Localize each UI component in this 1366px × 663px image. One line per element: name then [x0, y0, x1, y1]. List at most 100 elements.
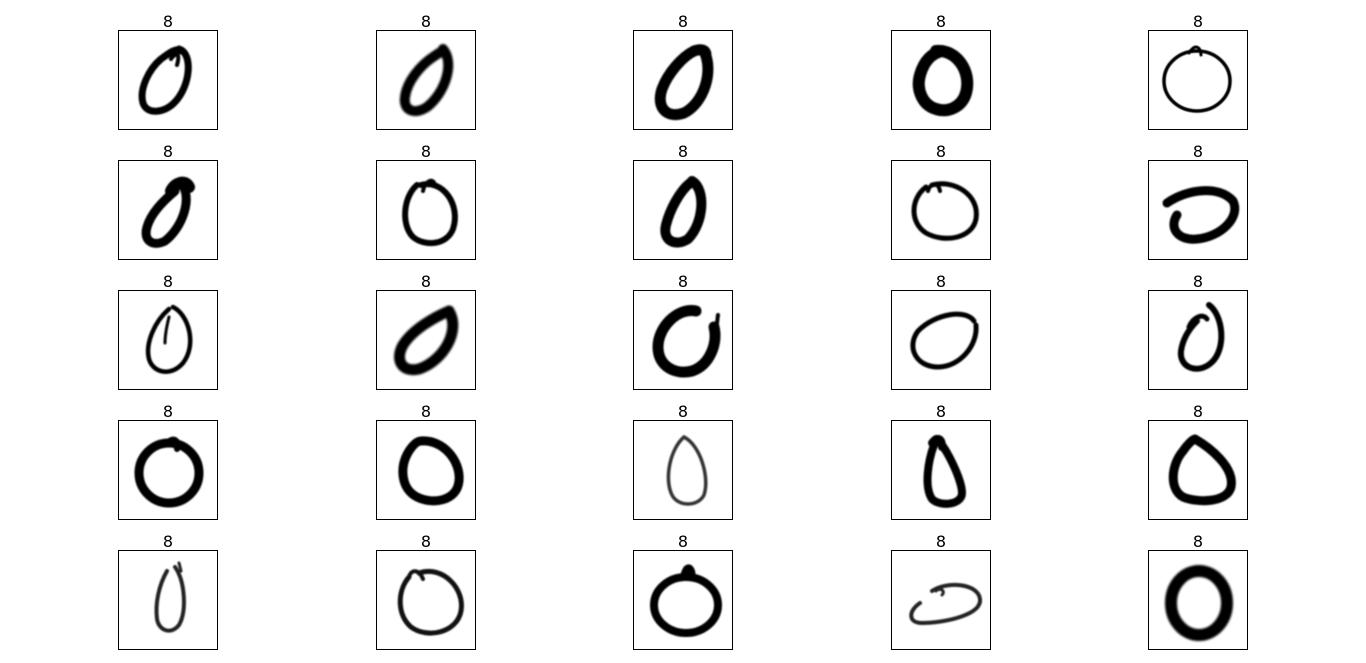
- digit-cell: 8: [633, 402, 733, 520]
- digit-image-frame: [1148, 550, 1248, 650]
- handwritten-digit-image: [652, 305, 721, 378]
- digit-cell: 8: [633, 532, 733, 650]
- digit-title: 8: [935, 402, 947, 421]
- digit-cell: 8: [633, 272, 733, 390]
- digit-image-frame: [633, 290, 733, 390]
- digit-title: 8: [162, 142, 174, 161]
- digit-image-frame: [118, 30, 218, 130]
- digit-image-frame: [633, 30, 733, 130]
- digit-image-frame: [891, 160, 991, 260]
- digit-title: 8: [677, 12, 689, 31]
- handwritten-digit-image: [399, 44, 454, 117]
- digit-title: 8: [1192, 532, 1204, 551]
- handwritten-digit-image: [394, 305, 459, 376]
- digit-cell: 8: [1148, 272, 1248, 390]
- digit-image-frame: [1148, 30, 1248, 130]
- digit-title: 8: [162, 532, 174, 551]
- digit-cell: 8: [891, 142, 991, 260]
- handwritten-digit-image: [154, 561, 186, 633]
- digit-cell: 8: [891, 12, 991, 130]
- digit-image-frame: [376, 420, 476, 520]
- handwritten-digit-image: [1162, 45, 1232, 113]
- digit-cell: 8: [118, 532, 218, 650]
- digit-title: 8: [677, 402, 689, 421]
- digit-title: 8: [677, 272, 689, 291]
- digit-title: 8: [1192, 402, 1204, 421]
- digit-cell: 8: [118, 402, 218, 520]
- handwritten-digit-image: [654, 44, 714, 120]
- digit-image-frame: [633, 420, 733, 520]
- handwritten-digit-image: [138, 45, 192, 115]
- handwritten-digit-image: [909, 582, 982, 626]
- digit-title: 8: [1192, 142, 1204, 161]
- digit-title: 8: [420, 142, 432, 161]
- handwritten-digit-image: [1168, 434, 1236, 506]
- digit-title: 8: [420, 272, 432, 291]
- handwritten-digit-image: [145, 304, 193, 374]
- digit-cell: 8: [1148, 142, 1248, 260]
- handwritten-digit-image: [912, 44, 974, 117]
- handwritten-digit-image: [1177, 302, 1225, 372]
- handwritten-digit-image: [398, 436, 464, 506]
- digit-image-frame: [376, 290, 476, 390]
- digit-cell: 8: [891, 402, 991, 520]
- digit-cell: 8: [1148, 402, 1248, 520]
- digit-image-frame: [1148, 160, 1248, 260]
- digit-cell: 8: [633, 12, 733, 130]
- handwritten-digit-image: [402, 178, 458, 247]
- digit-image-frame: [376, 30, 476, 130]
- digit-image-frame: [891, 420, 991, 520]
- digit-image-frame: [118, 160, 218, 260]
- digit-image-frame: [891, 30, 991, 130]
- digit-title: 8: [935, 532, 947, 551]
- digit-title: 8: [935, 142, 947, 161]
- digit-image-frame: [1148, 290, 1248, 390]
- digit-title: 8: [420, 532, 432, 551]
- handwritten-digit-image: [1165, 565, 1233, 641]
- digit-title: 8: [420, 12, 432, 31]
- handwritten-digit-image: [397, 568, 464, 636]
- digit-cell: 8: [118, 272, 218, 390]
- digit-image-frame: [118, 290, 218, 390]
- digit-image-frame: [891, 290, 991, 390]
- digit-cell: 8: [118, 142, 218, 260]
- digit-image-frame: [118, 420, 218, 520]
- digit-cell: 8: [376, 12, 476, 130]
- digit-title: 8: [677, 532, 689, 551]
- digit-title: 8: [1192, 12, 1204, 31]
- digit-image-frame: [633, 550, 733, 650]
- digit-image-frame: [376, 550, 476, 650]
- digit-image-frame: [633, 160, 733, 260]
- digit-title: 8: [677, 142, 689, 161]
- digit-cell: 8: [376, 402, 476, 520]
- digit-title: 8: [420, 402, 432, 421]
- digit-title: 8: [1192, 272, 1204, 291]
- handwritten-digit-image: [660, 176, 707, 248]
- digit-cell: 8: [376, 532, 476, 650]
- handwritten-digit-image: [1162, 186, 1240, 244]
- digit-title: 8: [162, 272, 174, 291]
- digit-cell: 8: [1148, 532, 1248, 650]
- digit-image-frame: [891, 550, 991, 650]
- digit-title: 8: [935, 272, 947, 291]
- handwritten-digit-image: [910, 311, 979, 370]
- digit-title: 8: [162, 402, 174, 421]
- handwritten-digit-image: [134, 436, 204, 508]
- digit-title: 8: [935, 12, 947, 31]
- digit-cell: 8: [376, 272, 476, 390]
- digit-cell: 8: [633, 142, 733, 260]
- digit-cell: 8: [118, 12, 218, 130]
- handwritten-digit-image: [650, 564, 722, 637]
- digit-cell: 8: [1148, 12, 1248, 130]
- digit-title: 8: [162, 12, 174, 31]
- handwritten-digit-image: [666, 435, 708, 506]
- handwritten-digit-image: [141, 176, 195, 248]
- digit-image-frame: [118, 550, 218, 650]
- digit-cell: 8: [891, 272, 991, 390]
- digit-cell: 8: [891, 532, 991, 650]
- handwritten-digit-image: [911, 181, 979, 241]
- digit-image-frame: [376, 160, 476, 260]
- digit-cell: 8: [376, 142, 476, 260]
- digit-image-frame: [1148, 420, 1248, 520]
- handwritten-digit-image: [923, 434, 967, 508]
